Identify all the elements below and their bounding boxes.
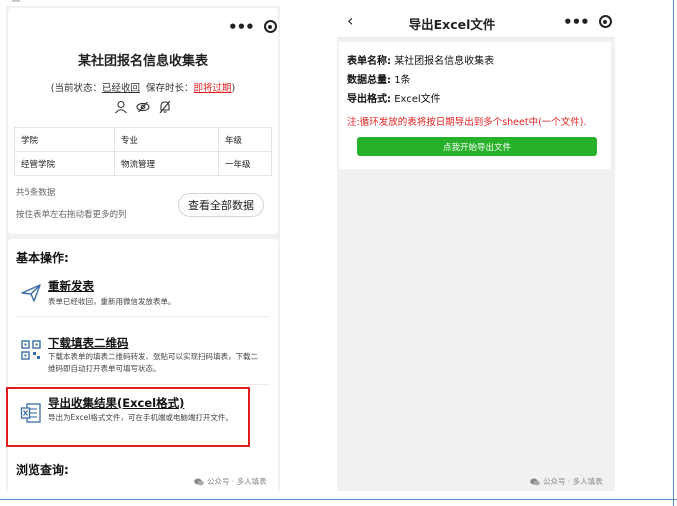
nav-title: 导出Excel文件 [408, 17, 496, 32]
frame-border-right [673, 0, 674, 506]
more-icon[interactable]: ••• [228, 19, 255, 34]
info-row-format: 导出格式: Excel文件 [347, 90, 441, 105]
scroll-hint: 按住表单左右拖动看更多的列 [16, 210, 127, 220]
close-target-icon[interactable] [263, 20, 277, 33]
browse-query-heading: 浏览查询: [16, 463, 69, 477]
republish-desc: 表单已经收回，重新用微信发放表单。 [48, 297, 176, 306]
close-target-icon[interactable] [598, 15, 612, 28]
table-cell: 一年级 [218, 151, 272, 176]
info-value: Excel文件 [394, 94, 441, 105]
watermark-text: 公众号 · 多人填表 [543, 477, 603, 486]
qr-code-icon[interactable] [20, 339, 42, 361]
watermark-text: 公众号 · 多人填表 [207, 477, 267, 486]
data-preview-table: 学院 专业 年级 经管学院 物流管理 一年级 [14, 127, 272, 176]
eye-icon[interactable] [136, 100, 150, 114]
view-all-data-button[interactable]: 查看全部数据 [178, 193, 264, 217]
export-excel-screen: ‹ 导出Excel文件 ••• 表单名称: 某社团报名信息收集表 数据总量: 1… [337, 6, 615, 491]
divider [16, 316, 270, 317]
wechat-icon [530, 478, 540, 485]
info-label: 导出格式: [347, 94, 391, 105]
status-close: ) [231, 83, 236, 94]
download-qr-link[interactable]: 下载填表二维码 [48, 335, 129, 351]
info-label: 表单名称: [347, 56, 391, 67]
miniprogram-capsule[interactable]: ••• [563, 14, 612, 29]
table-header-cell: 专业 [114, 127, 219, 152]
info-label: 数据总量: [347, 75, 391, 86]
wechat-icon [194, 478, 204, 485]
top-edge-mark [12, 0, 20, 2]
divider [16, 384, 270, 385]
bell-off-icon[interactable] [158, 100, 172, 114]
highlight-box [6, 387, 250, 447]
form-title: 某社团报名信息收集表 [77, 54, 208, 69]
table-header-cell: 学院 [14, 127, 115, 152]
form-status: (当前状态：已经收回 保存时长：即将过期) [6, 80, 280, 94]
keep-label: 保存时长： [146, 83, 194, 94]
watermark: 公众号 · 多人填表 [194, 476, 267, 487]
info-value: 1条 [394, 75, 411, 86]
table-row: 经管学院 物流管理 一年级 [14, 151, 272, 176]
data-count: 共5条数据 [16, 188, 56, 198]
basic-operations-heading: 基本操作: [16, 251, 69, 265]
start-export-button[interactable]: 点我开始导出文件 [357, 137, 597, 156]
table-cell: 经管学院 [14, 151, 115, 176]
status-value: 已经收回 [101, 83, 140, 94]
export-info-card: 表单名称: 某社团报名信息收集表 数据总量: 1条 导出格式: Excel文件 … [339, 42, 611, 169]
table-cell: 物流管理 [114, 151, 219, 176]
watermark: 公众号 · 多人填表 [530, 476, 603, 487]
user-icon[interactable] [114, 100, 128, 114]
more-icon[interactable]: ••• [563, 14, 590, 29]
frame-border-bottom [0, 499, 677, 500]
export-notice: 注:循环发放的表将按日期导出到多个sheet中(一个文件). [347, 117, 587, 128]
miniprogram-capsule[interactable]: ••• [228, 19, 277, 34]
nav-bar: ‹ 导出Excel文件 ••• [337, 6, 615, 38]
status-open: (当前状态： [50, 83, 102, 94]
download-qr-desc: 下载本表单的填表二维码转发、张贴可以实现扫码填表，下载二维码即自动打开表单可填写… [48, 352, 258, 373]
republish-link[interactable]: 重新发表 [48, 278, 94, 294]
form-action-icons [6, 100, 280, 114]
table-header-cell: 年级 [218, 127, 272, 152]
keep-value: 即将过期 [193, 83, 232, 94]
info-row-total: 数据总量: 1条 [347, 71, 411, 86]
table-header-row: 学院 专业 年级 [14, 127, 272, 152]
form-detail-screen: ••• 某社团报名信息收集表 (当前状态：已经收回 保存时长：即将过期) 学院 … [6, 6, 280, 491]
info-value: 某社团报名信息收集表 [394, 56, 495, 67]
info-row-form-name: 表单名称: 某社团报名信息收集表 [347, 52, 494, 67]
paper-plane-icon[interactable] [20, 282, 42, 304]
